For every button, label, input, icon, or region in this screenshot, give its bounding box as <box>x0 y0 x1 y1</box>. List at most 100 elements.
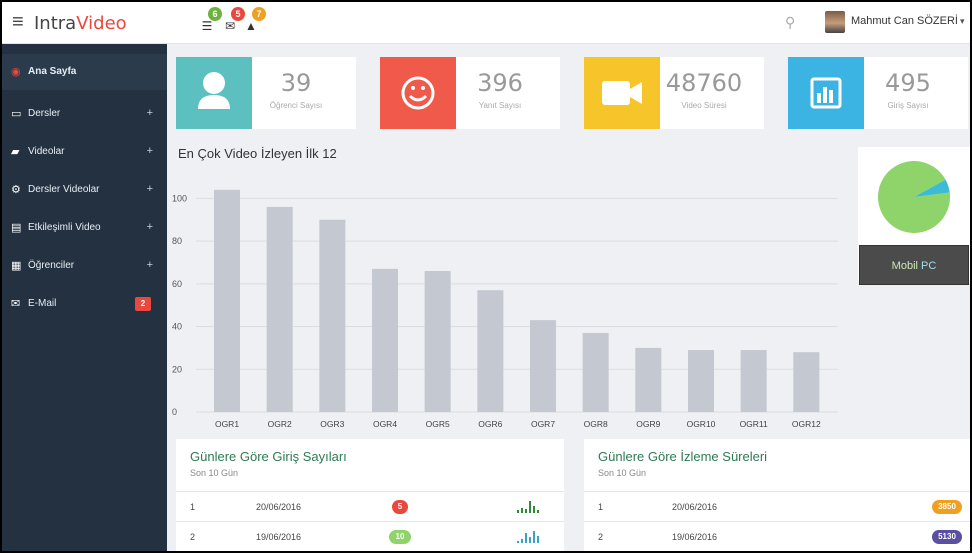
y-tick-label: 0 <box>172 407 177 417</box>
y-tick-label: 100 <box>172 193 187 203</box>
bar <box>477 290 504 412</box>
list-icon[interactable]: ☰ <box>200 19 214 33</box>
bar-chart-icon <box>788 57 864 129</box>
chevron-down-icon[interactable]: ▾ <box>960 16 965 27</box>
row-index: 2 <box>190 532 196 542</box>
stat-card-answers[interactable]: 396 Yanıt Sayısı <box>380 57 560 129</box>
sidebar-item-videolar[interactable]: ▰ Videolar + <box>2 134 167 170</box>
expand-icon[interactable]: + <box>147 107 153 119</box>
table-row[interactable]: 1 20/06/2016 3850 <box>584 491 970 521</box>
cogs-icon: ⚙ <box>11 184 21 196</box>
bar <box>266 206 293 412</box>
daily-logins-title: Günlere Göre Giriş Sayıları <box>190 449 347 464</box>
daily-watch-panel: Günlere Göre İzleme Süreleri Son 10 Gün … <box>584 439 970 551</box>
x-tick-label: OGR7 <box>531 419 555 429</box>
bar <box>793 352 820 412</box>
y-tick-label: 60 <box>172 279 182 289</box>
table-row[interactable]: 1 20/06/2016 5 <box>176 491 564 521</box>
sidebar-item-dersler[interactable]: ▭ Dersler + <box>2 96 167 132</box>
list-alt-icon: ▤ <box>11 222 22 234</box>
answer-count-label: Yanıt Sayısı <box>478 101 522 110</box>
x-tick-label: OGR11 <box>740 419 768 429</box>
expand-icon[interactable]: + <box>147 183 153 195</box>
x-tick-label: OGR10 <box>687 419 716 429</box>
user-icon <box>176 57 252 129</box>
grid-icon: ▦ <box>11 260 22 272</box>
search-icon[interactable]: ⚲ <box>785 14 795 31</box>
sidebar-item-etkilesimli-video[interactable]: ▤ Etkileşimli Video + <box>2 210 167 246</box>
chart-title: En Çok Video İzleyen İlk 12 <box>178 146 337 161</box>
login-count-label: Giriş Sayısı <box>887 101 929 110</box>
stat-card-video-duration[interactable]: 48760 Video Süresi <box>584 57 764 129</box>
dashboard-icon: ◉ <box>11 66 21 78</box>
x-tick-label: OGR3 <box>320 419 344 429</box>
legend-mobil: Mobil <box>891 260 918 272</box>
top-navbar: ≡ IntraVideo ☰ 6 ✉ 5 ▲ 7 ⚲ Mahmut Can SÖ… <box>2 2 970 44</box>
x-tick-label: OGR9 <box>636 419 660 429</box>
y-tick-label: 80 <box>172 236 182 246</box>
bar <box>582 332 609 412</box>
sidebar-item-label: Öğrenciler <box>28 260 75 271</box>
brand-prefix: Intra <box>34 13 77 34</box>
row-date: 20/06/2016 <box>672 502 718 512</box>
legend-pc: PC <box>921 260 937 272</box>
y-tick-label: 20 <box>172 364 182 374</box>
sidebar-item-email[interactable]: ✉ E-Mail 2 <box>2 286 167 322</box>
sidebar-item-ogrenciler[interactable]: ▦ Öğrenciler + <box>2 248 167 284</box>
video-duration: 48760 <box>665 69 743 97</box>
bar-chart: 0 20 40 60 80 100 OGR1 OGR2 OGR3 OGR4 OGR5 OGR6 OGR7… <box>172 189 838 429</box>
sidebar-item-label: Dersler <box>28 108 61 119</box>
table-row[interactable]: 2 19/06/2016 10 <box>176 521 564 551</box>
x-tick-label: OGR1 <box>215 419 239 429</box>
smiley-icon <box>380 57 456 129</box>
expand-icon[interactable]: + <box>147 145 153 157</box>
notifications-badge: 7 <box>252 7 266 21</box>
row-date: 19/06/2016 <box>672 532 718 542</box>
x-tick-label: OGR4 <box>373 419 397 429</box>
bar <box>214 189 240 412</box>
y-tick-label: 40 <box>172 322 182 332</box>
app-frame: ≡ IntraVideo ☰ 6 ✉ 5 ▲ 7 ⚲ Mahmut Can SÖ… <box>2 2 970 551</box>
device-pie-chart <box>878 160 950 233</box>
daily-watch-subtitle: Son 10 Gün <box>598 468 647 478</box>
messages-badge: 5 <box>231 7 245 21</box>
x-tick-label: OGR8 <box>584 419 608 429</box>
pie-slice-mobil[interactable] <box>878 160 950 233</box>
expand-icon[interactable]: + <box>147 259 153 271</box>
user-name[interactable]: Mahmut Can SÖZERİ <box>851 15 958 27</box>
bell-icon[interactable]: ▲ <box>244 19 258 33</box>
row-index: 2 <box>598 532 604 542</box>
sidebar-item-dersler-videolar[interactable]: ⚙ Dersler Videolar + <box>2 172 167 208</box>
envelope-icon[interactable]: ✉ <box>223 19 237 33</box>
video-duration-label: Video Süresi <box>681 101 727 110</box>
laptop-icon: ▭ <box>11 108 22 120</box>
brand-accent: Video <box>76 13 127 34</box>
x-tick-label: OGR6 <box>478 419 502 429</box>
stat-card-students[interactable]: 39 Öğrenci Sayısı <box>176 57 356 129</box>
brand-logo[interactable]: IntraVideo <box>34 13 127 34</box>
email-count-badge: 2 <box>135 297 151 311</box>
row-index: 1 <box>598 502 604 512</box>
student-count: 39 <box>280 69 312 97</box>
watch-time-pill: 5130 <box>932 530 962 544</box>
sidebar-item-label: Etkileşimli Video <box>28 222 101 233</box>
pie-legend: Mobil PC <box>859 245 969 285</box>
menu-toggle-icon[interactable]: ≡ <box>12 12 24 32</box>
sparkline-icon <box>517 501 539 513</box>
sidebar-item-ana-sayfa[interactable]: ◉ Ana Sayfa <box>2 54 167 90</box>
envelope-icon: ✉ <box>11 298 21 310</box>
table-row[interactable]: 2 19/06/2016 5130 <box>584 521 970 551</box>
daily-logins-panel: Günlere Göre Giriş Sayıları Son 10 Gün 1… <box>176 439 564 551</box>
bar <box>372 268 398 412</box>
daily-watch-title: Günlere Göre İzleme Süreleri <box>598 449 768 464</box>
login-count-pill: 5 <box>392 500 408 514</box>
tasks-badge: 6 <box>208 7 222 21</box>
book-icon: ▰ <box>11 146 20 158</box>
expand-icon[interactable]: + <box>147 221 153 233</box>
watch-time-pill: 3850 <box>932 500 962 514</box>
bar <box>530 320 556 412</box>
stat-card-logins[interactable]: 495 Giriş Sayısı <box>788 57 968 129</box>
avatar[interactable] <box>825 11 845 33</box>
bar <box>688 350 714 412</box>
login-count-pill: 10 <box>389 530 411 544</box>
